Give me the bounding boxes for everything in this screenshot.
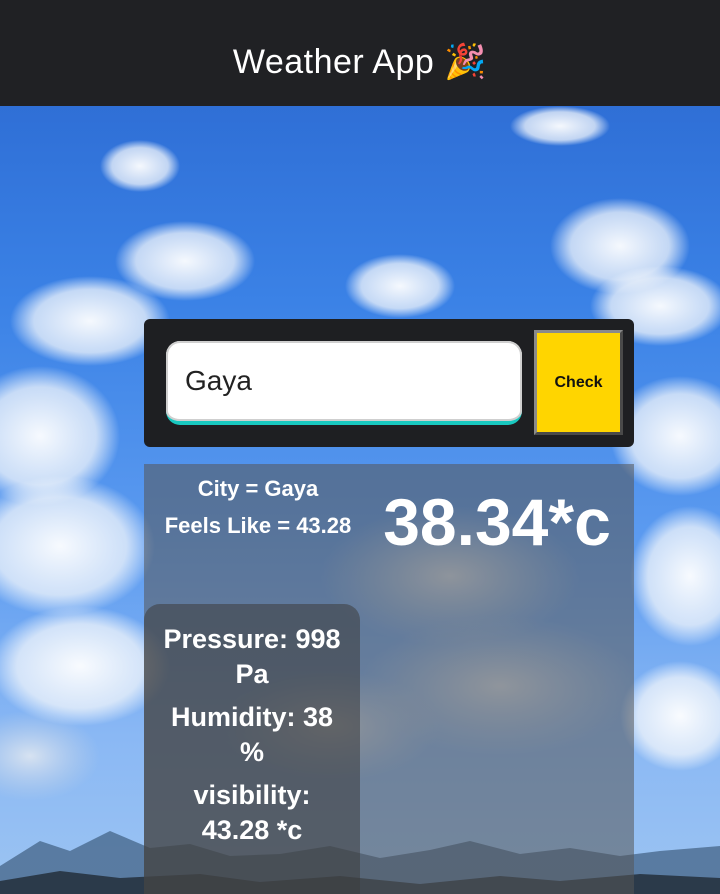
feels-like-text: Feels Like = 43.28: [164, 513, 352, 538]
visibility-text: visibility: 43.28 *c: [193, 780, 311, 845]
party-popper-icon: 🎉: [444, 43, 488, 81]
city-search-input[interactable]: [166, 341, 522, 425]
search-card: Check: [144, 319, 634, 447]
app-title: Weather App 🎉: [233, 18, 487, 106]
humidity-text: Humidity: 38 %: [170, 702, 334, 767]
app-header: Weather App 🎉: [0, 0, 720, 106]
check-button[interactable]: Check: [534, 330, 623, 435]
city-name-text: City = Gaya: [197, 476, 319, 501]
app-title-text: Weather App: [232, 42, 435, 81]
temperature-value: 38.34*c: [383, 485, 611, 559]
weather-stats-card: Pressure: 998 Pa Humidity: 38 % visibili…: [144, 604, 360, 894]
pressure-text: Pressure: 998 Pa: [163, 624, 341, 689]
weather-result-panel: City = Gaya Feels Like = 43.28 38.34*c P…: [144, 464, 634, 894]
